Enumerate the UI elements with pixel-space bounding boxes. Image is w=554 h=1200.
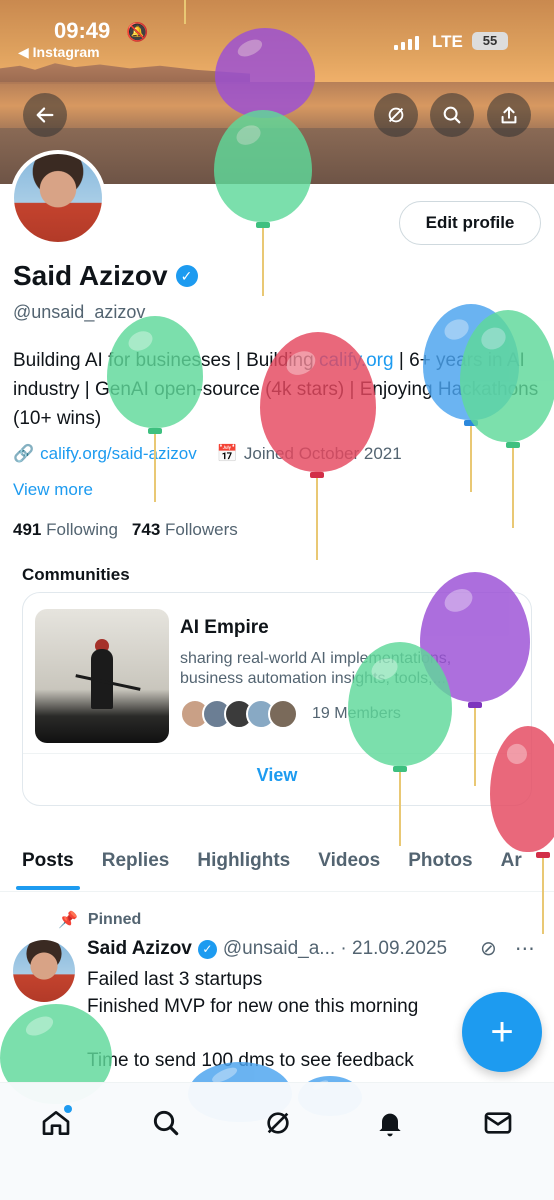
post-author[interactable]: Said Azizov (87, 938, 192, 960)
pin-icon: 📌 (58, 912, 78, 929)
grok-icon (267, 1112, 289, 1134)
community-image (35, 609, 169, 743)
status-time: 09:49 (54, 18, 111, 43)
post-header: Said Azizov ✓ @unsaid_a... · 21.09.2025 (87, 938, 447, 960)
community-name: AI Empire (180, 617, 269, 638)
edit-profile-button[interactable]: Edit profile (399, 201, 541, 245)
pinned-indicator: 📌 Pinned (58, 910, 141, 930)
tab-photos[interactable]: Photos (408, 830, 472, 891)
post-avatar[interactable] (13, 940, 75, 1002)
balloon-string (512, 448, 514, 528)
tab-replies[interactable]: Replies (102, 830, 170, 891)
community-view-button[interactable]: View (23, 765, 531, 786)
back-to-app-link[interactable]: ◀ Instagram (18, 44, 100, 61)
balloon-red (260, 332, 376, 472)
post-text: Failed last 3 startups Finished MVP for … (87, 969, 419, 1071)
balloon-string (184, 0, 186, 24)
following-label: Following (46, 520, 118, 539)
profile-handle: @unsaid_azizov (13, 302, 146, 322)
bell-muted-icon: 🔕 (126, 22, 149, 42)
verified-badge-icon: ✓ (197, 939, 217, 959)
nav-home[interactable] (36, 1103, 76, 1143)
search-icon (153, 1110, 179, 1136)
pinned-label: Pinned (87, 911, 142, 928)
grok-icon (388, 107, 404, 123)
website-link[interactable]: calify.org/said-azizov (40, 444, 197, 464)
tab-posts[interactable]: Posts (16, 830, 80, 891)
nav-search[interactable] (146, 1103, 186, 1143)
network-label: LTE (432, 32, 463, 51)
more-icon[interactable]: ⋯ (515, 936, 535, 961)
bottom-nav (0, 1082, 554, 1200)
nav-messages[interactable] (478, 1103, 518, 1143)
calendar-icon: 📅 (216, 444, 238, 463)
profile-avatar[interactable] (10, 150, 106, 246)
followers-count: 743 (131, 520, 161, 539)
balloon-string (470, 426, 472, 492)
balloon-green (460, 310, 554, 442)
mail-icon (484, 1112, 512, 1134)
balloon-string (316, 478, 318, 560)
followers-label: Followers (165, 520, 238, 539)
share-icon (501, 106, 517, 124)
view-more-link[interactable]: View more (13, 480, 93, 500)
follow-counts: 491 Following 743 Followers (13, 520, 238, 540)
profile-name-row: Said Azizov ✓ (13, 260, 198, 292)
link-icon: 🔗 (13, 444, 35, 463)
post-actions: ⊘ ⋯ (480, 936, 535, 961)
following-link[interactable]: 491 Following (13, 520, 118, 540)
balloon-string (474, 708, 476, 786)
balloon-green (348, 642, 452, 766)
arrow-left-icon (36, 107, 54, 123)
divider (23, 753, 531, 754)
share-button[interactable] (487, 93, 531, 137)
balloon-string (542, 858, 544, 934)
notification-dot (64, 1105, 72, 1113)
battery-icon: 55 (472, 32, 508, 50)
profile-name: Said Azizov (13, 260, 168, 291)
post-handle-date: @unsaid_a... · 21.09.2025 (222, 938, 448, 959)
grok-button[interactable] (374, 93, 418, 137)
following-count: 491 (13, 520, 42, 539)
nav-grok[interactable] (258, 1103, 298, 1143)
nav-notifications[interactable] (370, 1103, 410, 1143)
balloon-green (107, 316, 203, 428)
tab-videos[interactable]: Videos (318, 830, 380, 891)
balloon-string (154, 434, 156, 502)
back-button[interactable] (23, 93, 67, 137)
signal-icon (394, 34, 422, 50)
communities-title: Communities (22, 565, 130, 584)
bell-icon (379, 1113, 401, 1137)
balloon-string (262, 228, 264, 296)
profile-tabs: Posts Replies Highlights Videos Photos A… (0, 830, 554, 892)
search-icon (443, 106, 461, 124)
compose-button[interactable]: + (462, 992, 542, 1072)
balloon-purple (215, 28, 315, 118)
grok-icon[interactable]: ⊘ (480, 936, 497, 961)
balloon-green (214, 110, 312, 222)
followers-link[interactable]: 743 Followers (132, 520, 238, 540)
verified-badge-icon: ✓ (175, 265, 198, 287)
tab-highlights[interactable]: Highlights (197, 830, 290, 891)
search-button[interactable] (430, 93, 474, 137)
balloon-string (399, 772, 401, 846)
avatar (268, 699, 298, 729)
